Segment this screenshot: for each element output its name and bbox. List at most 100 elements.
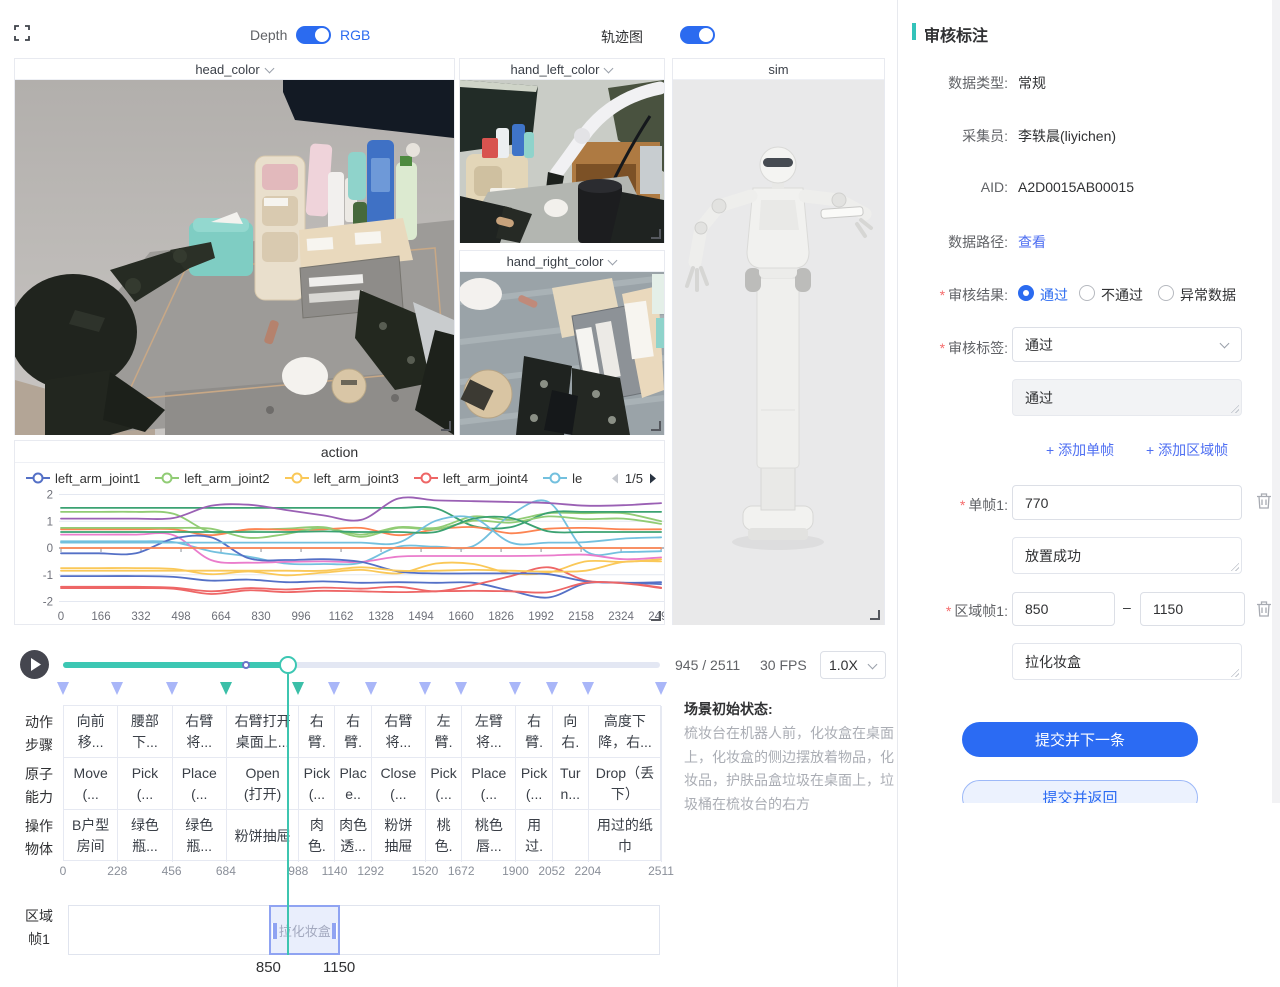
radio-fail-label[interactable]: 不通过	[1101, 285, 1143, 305]
step-cell[interactable]: 右臂 将...	[372, 706, 426, 758]
step-cell[interactable]: 桃 色.	[426, 810, 462, 862]
trash-icon[interactable]	[1256, 492, 1272, 510]
step-cell[interactable]: 桃色 唇...	[462, 810, 516, 862]
data-path-link[interactable]: 查看	[1018, 232, 1046, 252]
step-cell[interactable]: 肉 色.	[299, 810, 335, 862]
step-cell[interactable]: 右 臂.	[516, 706, 552, 758]
step-cell[interactable]: 高度下 降，右...	[589, 706, 662, 758]
play-button[interactable]	[20, 650, 49, 679]
step-cell[interactable]: Place (...	[462, 758, 516, 810]
radio-fail[interactable]	[1079, 285, 1095, 301]
step-marker[interactable]	[111, 682, 123, 695]
playhead-line[interactable]	[287, 673, 289, 955]
region-selection[interactable]: 拉化妆盒	[269, 905, 340, 955]
step-marker[interactable]	[166, 682, 178, 695]
step-marker[interactable]	[655, 682, 667, 695]
step-cell[interactable]: Pick (...	[516, 758, 552, 810]
step-cell[interactable]: Move (...	[64, 758, 118, 810]
step-marker[interactable]	[220, 682, 232, 695]
step-cell[interactable]: Pick (...	[118, 758, 172, 810]
submit-next-button[interactable]: 提交并下一条	[962, 722, 1198, 757]
review-tag-select[interactable]: 通过	[1012, 327, 1242, 362]
resize-handle-icon[interactable]	[651, 611, 661, 621]
step-cell[interactable]: Pick (...	[426, 758, 462, 810]
step-marker[interactable]	[455, 682, 467, 695]
trajectory-toggle[interactable]	[680, 26, 715, 44]
step-cell[interactable]: 绿色 瓶...	[118, 810, 172, 862]
region-end-input[interactable]: 1150	[1140, 592, 1245, 626]
step-cell[interactable]	[553, 810, 589, 862]
step-cell[interactable]: 肉色 透...	[335, 810, 371, 862]
step-marker[interactable]	[365, 682, 377, 695]
submit-back-button[interactable]: 提交并返回	[962, 780, 1198, 803]
head-camera-title-bar[interactable]: head_color	[15, 59, 454, 80]
trash-icon[interactable]	[1256, 600, 1272, 618]
legend-prev-icon[interactable]	[610, 472, 619, 485]
legend-item[interactable]: left_arm_joint3	[284, 471, 399, 486]
step-cell[interactable]: Place (...	[173, 758, 227, 810]
step-cell[interactable]: 右 臂.	[299, 706, 335, 758]
step-cell[interactable]: 绿色 瓶...	[173, 810, 227, 862]
region-start-input[interactable]: 850	[1012, 592, 1115, 626]
step-cell[interactable]: 左 臂.	[426, 706, 462, 758]
step-cell[interactable]: Drop（丢 下）	[589, 758, 662, 810]
step-cell[interactable]: 右 臂.	[335, 706, 371, 758]
step-cell[interactable]: Close (...	[372, 758, 426, 810]
resize-handle-icon[interactable]	[651, 421, 661, 431]
region-right-handle[interactable]	[332, 923, 337, 939]
region-frame-bar[interactable]: 拉化妆盒	[68, 905, 660, 955]
resize-handle-icon[interactable]	[870, 610, 880, 620]
step-cell[interactable]: Tur n...	[553, 758, 589, 810]
step-marker[interactable]	[582, 682, 594, 695]
resize-handle-icon[interactable]	[651, 229, 661, 239]
radio-abnormal-label[interactable]: 异常数据	[1180, 285, 1236, 305]
hand-left-title-bar[interactable]: hand_left_color	[460, 59, 664, 80]
textarea-resize-icon[interactable]	[1231, 669, 1239, 677]
radio-abnormal[interactable]	[1158, 285, 1174, 301]
legend-item[interactable]: le	[542, 471, 582, 486]
legend-item[interactable]: left_arm_joint4	[413, 471, 528, 486]
textarea-resize-icon[interactable]	[1231, 563, 1239, 571]
step-cell[interactable]: 腰部 下...	[118, 706, 172, 758]
region-left-handle[interactable]	[272, 923, 277, 939]
speed-select[interactable]: 1.0X	[820, 651, 886, 679]
resize-handle-icon[interactable]	[441, 421, 451, 431]
step-marker[interactable]	[419, 682, 431, 695]
radio-pass-label[interactable]: 通过	[1040, 285, 1068, 305]
step-cell[interactable]: Pick (...	[299, 758, 335, 810]
step-marker[interactable]	[546, 682, 558, 695]
radio-pass[interactable]	[1018, 285, 1034, 301]
progress-handle[interactable]	[279, 656, 297, 674]
add-region-frame-button[interactable]: + 添加区域帧	[1146, 440, 1228, 460]
legend-item[interactable]: left_arm_joint1	[25, 471, 140, 486]
textarea-resize-icon[interactable]	[1231, 405, 1239, 413]
step-marker[interactable]	[57, 682, 69, 695]
step-marker[interactable]	[509, 682, 521, 695]
scrollbar[interactable]	[1272, 0, 1280, 803]
review-tag-note[interactable]: 通过	[1012, 379, 1242, 416]
action-chart[interactable]: 210-1-2016633249866483099611621328149416…	[15, 487, 665, 625]
depth-rgb-toggle[interactable]	[296, 26, 331, 44]
single-frame-note[interactable]: 放置成功	[1012, 537, 1242, 574]
step-cell[interactable]: 向 右.	[553, 706, 589, 758]
step-cell[interactable]: B户型 房间	[64, 810, 118, 862]
step-cell[interactable]: 用 过.	[516, 810, 552, 862]
step-cell[interactable]: 左臂 将...	[462, 706, 516, 758]
legend-item[interactable]: left_arm_joint2	[154, 471, 269, 486]
single-frame-input[interactable]: 770	[1012, 485, 1242, 520]
progress-slider[interactable]	[63, 662, 660, 668]
step-cell[interactable]: 向前 移...	[64, 706, 118, 758]
step-cell[interactable]: 用过的纸 巾	[589, 810, 662, 862]
step-marker[interactable]	[292, 682, 304, 695]
step-cell[interactable]: 粉饼 抽屉	[372, 810, 426, 862]
legend-next-icon[interactable]	[649, 472, 658, 485]
step-cell[interactable]: Plac e..	[335, 758, 371, 810]
sim-title-bar[interactable]: sim	[673, 59, 884, 80]
step-marker[interactable]	[328, 682, 340, 695]
step-cell[interactable]: 右臂 将...	[173, 706, 227, 758]
fullscreen-icon[interactable]	[14, 25, 30, 41]
region-frame-note[interactable]: 拉化妆盒	[1012, 643, 1242, 680]
add-single-frame-button[interactable]: + 添加单帧	[1046, 440, 1114, 460]
sim-robot-view[interactable]	[673, 80, 884, 625]
hand-right-title-bar[interactable]: hand_right_color	[460, 251, 664, 272]
